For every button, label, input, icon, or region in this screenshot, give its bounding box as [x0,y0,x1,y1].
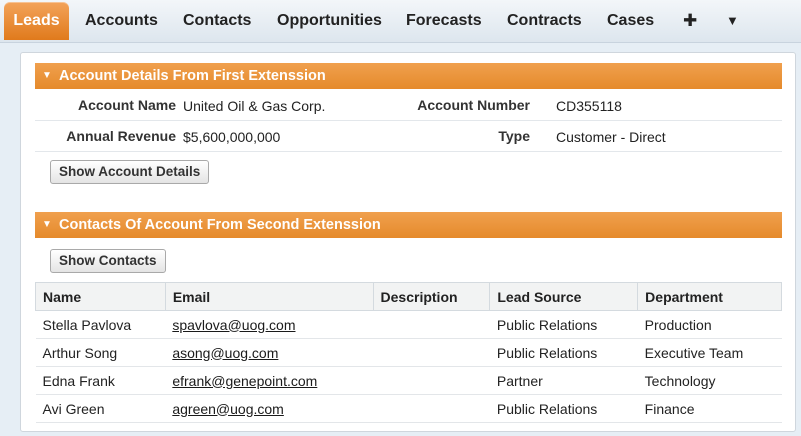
tab-opportunities[interactable]: Opportunities [277,2,382,40]
contact-lead-source: Public Relations [489,394,638,423]
tab-forecasts[interactable]: Forecasts [406,2,482,40]
contact-description [373,310,490,339]
tab-contracts[interactable]: Contracts [507,2,582,40]
column-header-email[interactable]: Email [164,282,374,311]
contact-email-link[interactable]: spavlova@uog.com [172,317,295,333]
column-header-name[interactable]: Name [35,282,166,311]
column-header-department[interactable]: Department [637,282,782,311]
show-account-details-button[interactable]: Show Account Details [50,160,210,184]
row-divider [35,151,782,152]
plus-icon[interactable]: ✚ [683,2,697,40]
tab-bar: Leads Accounts Contacts Opportunities Fo… [0,0,801,43]
tab-cases[interactable]: Cases [607,2,654,40]
type-value: Customer - Direct [556,129,666,145]
contacts-section-title: Contacts Of Account From Second Extenssi… [59,217,381,233]
contact-name: Edna Frank [35,366,166,395]
tab-accounts[interactable]: Accounts [85,2,158,40]
annual-revenue-value: $5,600,000,000 [183,129,281,145]
table-row: Edna Frank efrank@genepoint.com Partner … [35,366,782,395]
contact-name: Arthur Song [35,338,166,367]
type-label: Type [498,128,530,144]
table-row: Arthur Song asong@uog.com Public Relatio… [35,338,782,367]
row-divider [35,120,782,121]
contact-lead-source: Public Relations [489,310,638,339]
contacts-section-header[interactable]: ▼ Contacts Of Account From Second Extens… [35,212,782,238]
contact-department: Executive Team [637,338,782,367]
collapse-triangle-icon[interactable]: ▼ [42,63,52,89]
caret-down-icon[interactable]: ▼ [726,2,739,40]
contact-email-link[interactable]: efrank@genepoint.com [172,373,317,389]
contact-department: Production [637,310,782,339]
tab-leads[interactable]: Leads [4,2,69,40]
show-contacts-button[interactable]: Show Contacts [50,249,166,273]
contact-description [373,394,490,423]
contact-department: Finance [637,394,782,423]
account-name-value: United Oil & Gas Corp. [183,98,326,114]
collapse-triangle-icon[interactable]: ▼ [42,212,52,238]
account-name-label: Account Name [77,97,176,113]
table-header-row: Name Email Description Lead Source Depar… [35,282,782,311]
account-section-title: Account Details From First Extenssion [59,68,326,84]
column-header-lead-source[interactable]: Lead Source [489,282,639,311]
contact-email-link[interactable]: asong@uog.com [172,345,278,361]
detail-panel: ▼ Account Details From First Extenssion … [20,52,796,432]
contact-lead-source: Public Relations [489,338,638,367]
contact-lead-source: Partner [489,366,638,395]
contacts-table: Name Email Description Lead Source Depar… [35,282,782,423]
account-number-value: CD355118 [556,98,622,114]
column-header-description[interactable]: Description [372,282,491,311]
tab-contacts[interactable]: Contacts [183,2,251,40]
table-row: Avi Green agreen@uog.com Public Relation… [35,394,782,423]
table-row: Stella Pavlova spavlova@uog.com Public R… [35,310,782,339]
account-number-label: Account Number [417,97,530,113]
contact-name: Stella Pavlova [35,310,166,339]
contact-name: Avi Green [35,394,166,423]
contact-department: Technology [637,366,782,395]
contact-email-link[interactable]: agreen@uog.com [172,401,284,417]
annual-revenue-label: Annual Revenue [66,128,176,144]
account-section-header[interactable]: ▼ Account Details From First Extenssion [35,63,782,89]
contact-description [373,366,490,395]
contact-description [373,338,490,367]
